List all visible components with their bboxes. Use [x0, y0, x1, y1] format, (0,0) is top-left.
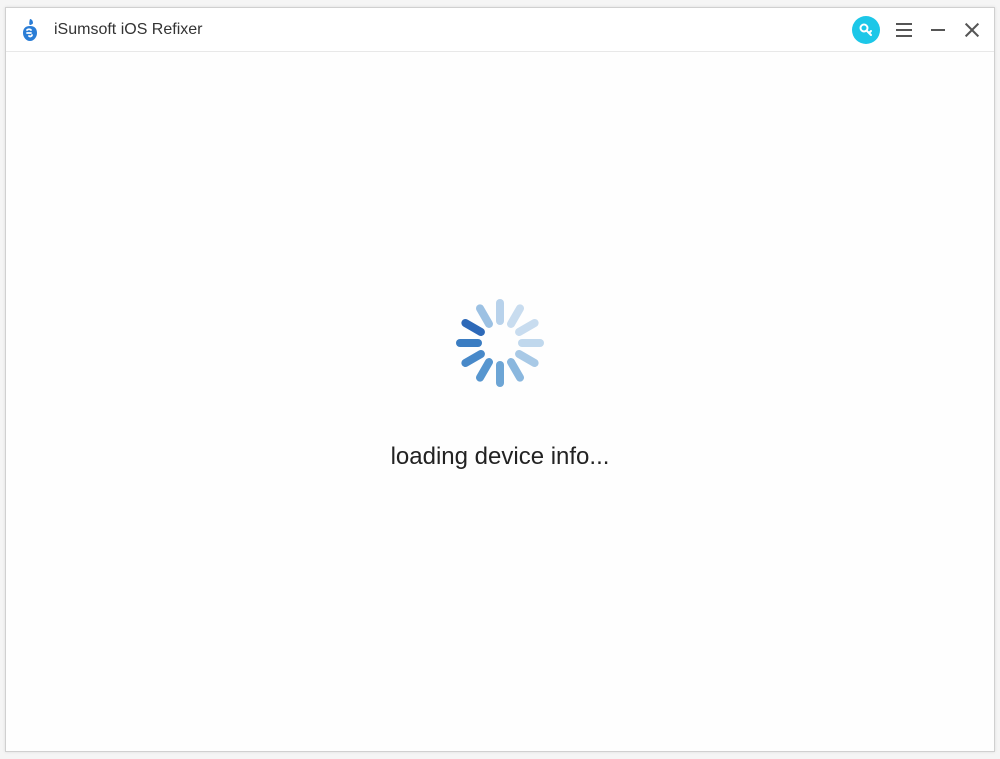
minimize-icon: [931, 29, 945, 31]
status-text: loading device info...: [391, 443, 610, 471]
hamburger-icon: [896, 23, 912, 25]
spinner-blade: [518, 339, 544, 347]
app-logo-icon: [14, 14, 46, 46]
minimize-button[interactable]: [928, 20, 948, 40]
spinner-blade: [496, 361, 504, 387]
app-title: iSumsoft iOS Refixer: [54, 21, 852, 39]
menu-button[interactable]: [894, 20, 914, 40]
spinner-blade: [456, 339, 482, 347]
loading-spinner-icon: [450, 293, 550, 393]
titlebar: iSumsoft iOS Refixer: [6, 8, 994, 52]
close-button[interactable]: [962, 20, 982, 40]
titlebar-controls: [852, 16, 982, 44]
key-button[interactable]: [852, 16, 880, 44]
content-area: loading device info...: [6, 52, 994, 751]
key-icon: [858, 22, 874, 38]
app-window: iSumsoft iOS Refixer loading device: [5, 7, 995, 752]
spinner-blade: [496, 299, 504, 325]
